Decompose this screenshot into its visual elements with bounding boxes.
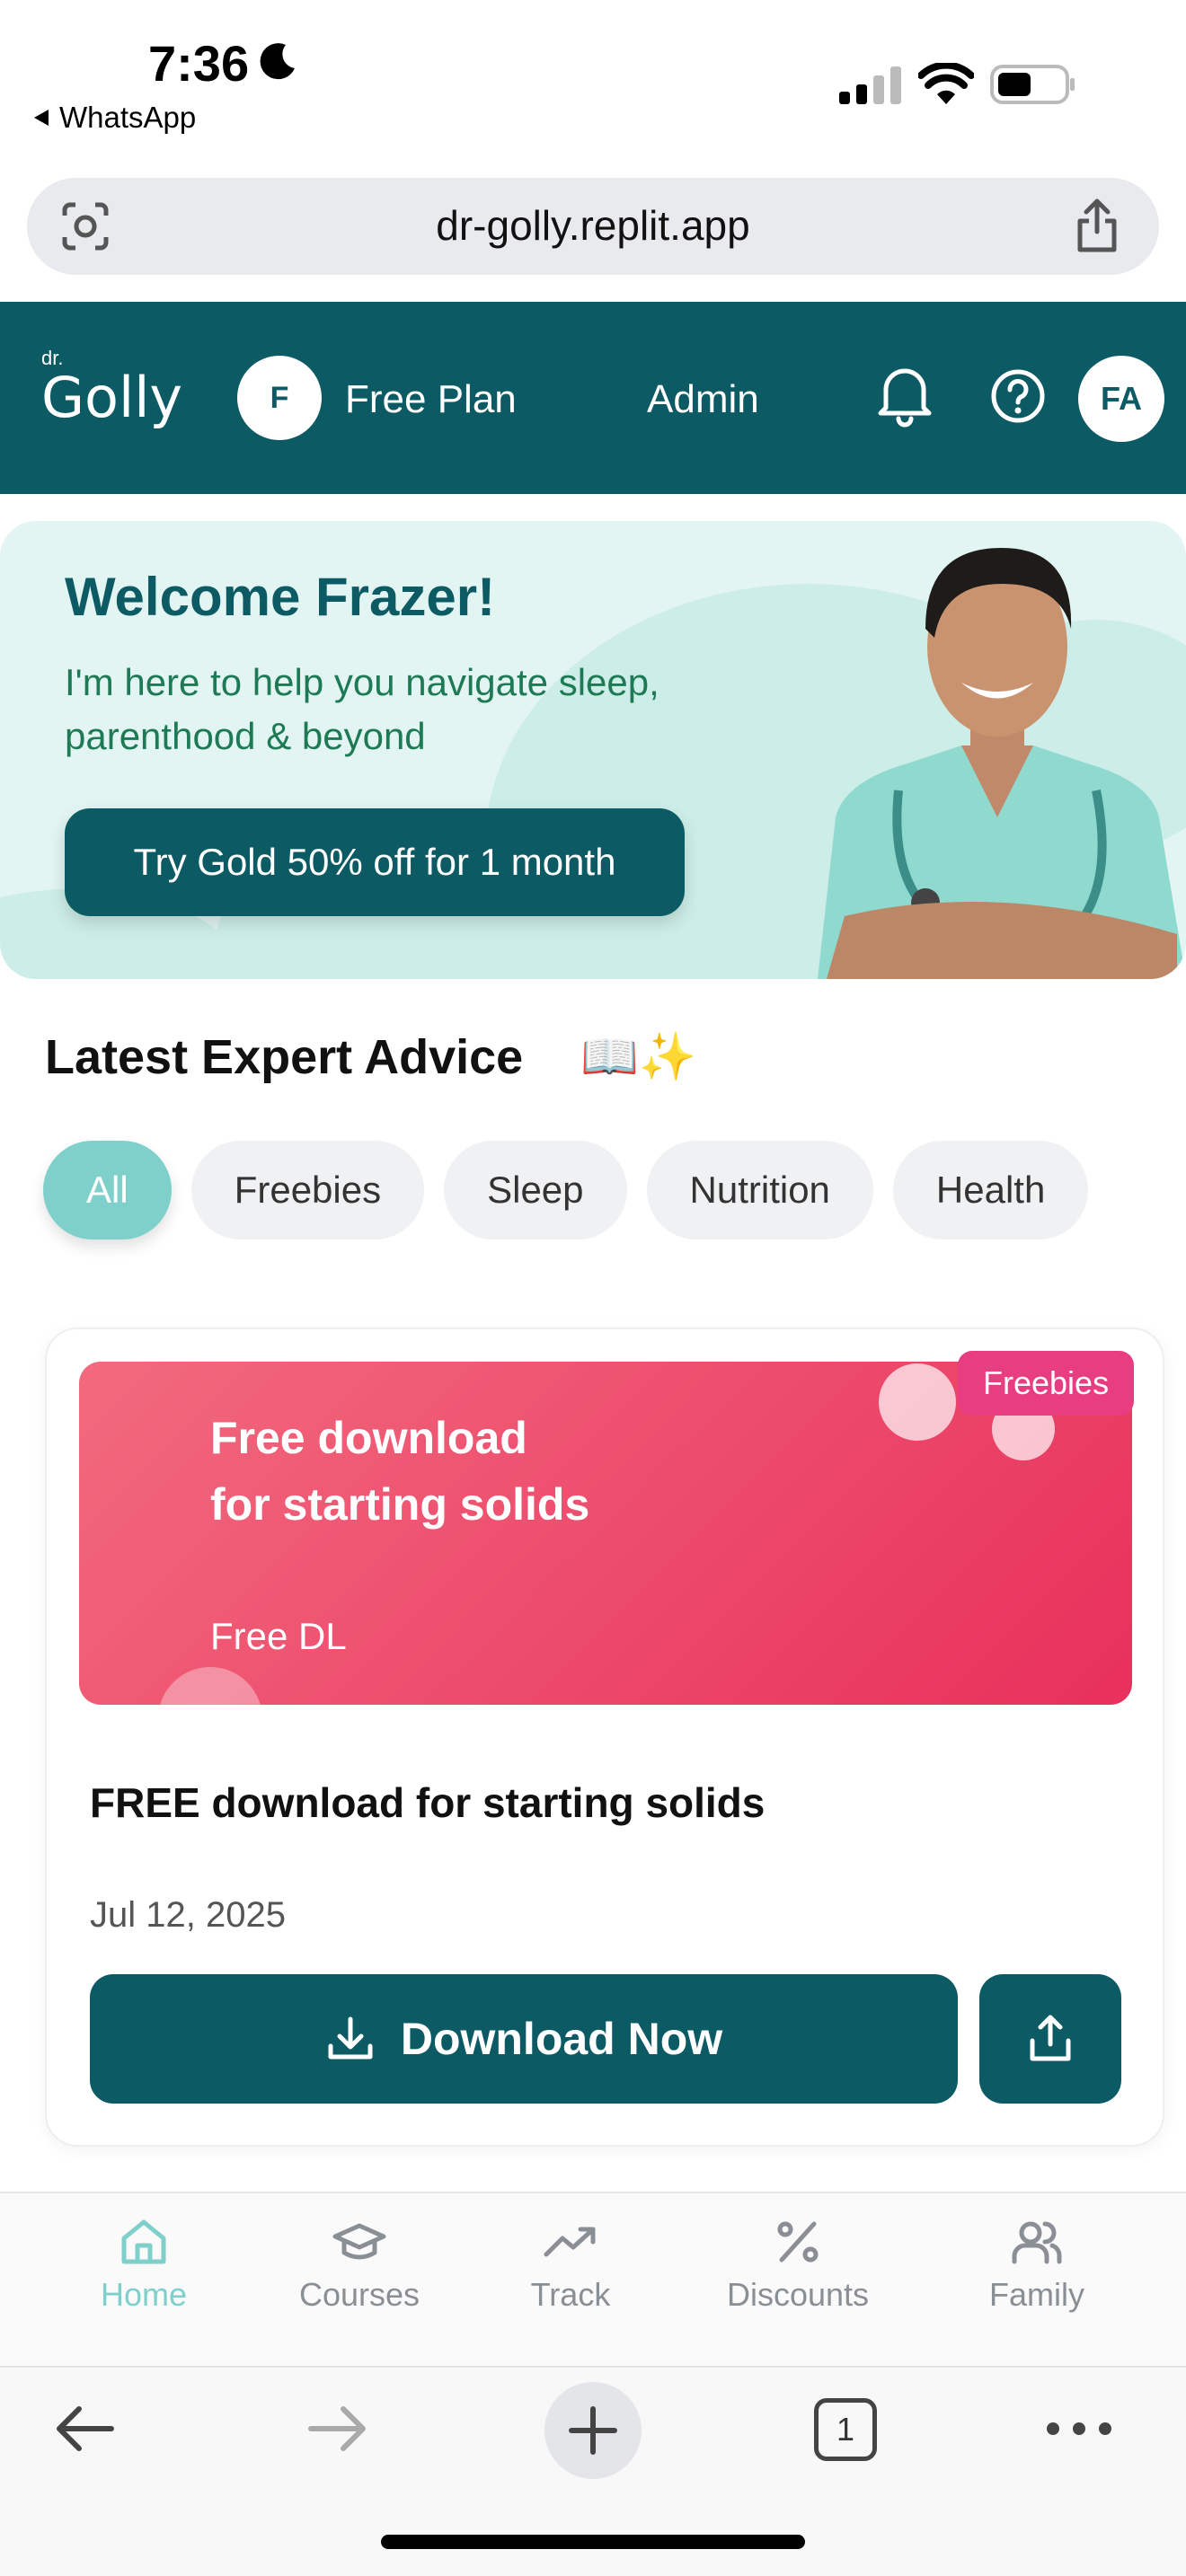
back-arrow-icon[interactable] [52, 2402, 117, 2456]
article-title[interactable]: FREE download for starting solids [90, 1778, 765, 1827]
more-options-icon[interactable] [1046, 2422, 1112, 2436]
nav-item-courses[interactable]: Courses [252, 2215, 467, 2314]
wifi-icon [918, 63, 974, 104]
nav-item-home[interactable]: Home [36, 2215, 252, 2314]
banner-subtitle: Free DL [210, 1615, 347, 1657]
tab-switcher-button[interactable]: 1 [814, 2398, 877, 2461]
decorative-circle [879, 1363, 956, 1441]
filter-chip-freebies[interactable]: Freebies [190, 1141, 425, 1239]
new-tab-button[interactable] [544, 2382, 642, 2479]
welcome-hero: Welcome Frazer! I'm here to help you nav… [0, 521, 1186, 979]
url-text[interactable]: dr-golly.replit.app [27, 201, 1159, 250]
download-icon [328, 2016, 373, 2060]
nav-item-track[interactable]: Track [463, 2215, 678, 2314]
app-header: dr. Golly F Free Plan Admin FA [0, 302, 1186, 494]
address-bar[interactable]: dr-golly.replit.app [27, 178, 1159, 275]
nav-label: Track [530, 2276, 611, 2313]
filter-chip-sleep[interactable]: Sleep [444, 1141, 627, 1239]
admin-link[interactable]: Admin [647, 377, 759, 422]
share-icon [1030, 2015, 1071, 2061]
status-bar: 7:36 WhatsApp [0, 0, 1186, 171]
decorative-circle [158, 1667, 262, 1705]
back-triangle-icon [34, 110, 49, 126]
logo-text: Golly [41, 365, 183, 430]
share-article-button[interactable] [979, 1974, 1121, 2104]
plan-avatar[interactable]: F [237, 356, 322, 440]
dr-golly-logo[interactable]: dr. Golly [41, 348, 182, 428]
battery-icon [990, 65, 1075, 104]
download-now-button[interactable]: Download Now [90, 1974, 958, 2104]
back-to-app-link[interactable]: WhatsApp [32, 101, 196, 135]
percent-icon [777, 2221, 819, 2263]
article-date: Jul 12, 2025 [90, 1895, 286, 1935]
welcome-title: Welcome Frazer! [65, 567, 496, 627]
category-tag: Freebies [958, 1351, 1135, 1416]
nav-label: Family [989, 2276, 1084, 2313]
doctor-photo [818, 548, 1186, 979]
filter-chip-all[interactable]: All [43, 1141, 172, 1239]
filter-chip-nutrition[interactable]: Nutrition [646, 1141, 873, 1239]
trending-up-icon [544, 2227, 596, 2257]
plus-icon [569, 2406, 617, 2455]
book-sparkles-icon: 📖✨ [580, 1031, 697, 1083]
share-icon[interactable] [1075, 198, 1120, 253]
nav-label: Home [100, 2276, 188, 2313]
users-icon [1012, 2221, 1062, 2264]
home-icon [121, 2219, 166, 2264]
help-icon[interactable] [988, 366, 1048, 426]
welcome-subtitle: I'm here to help you navigate sleep, par… [65, 661, 659, 757]
plan-label[interactable]: Free Plan [345, 377, 517, 422]
nav-item-family[interactable]: Family [929, 2215, 1145, 2314]
category-filter-bar: All Freebies Sleep Nutrition Health [43, 1141, 1089, 1239]
nav-label: Discounts [726, 2276, 870, 2313]
banner-title: Free download for starting solids [210, 1413, 590, 1530]
graduation-cap-icon [332, 2223, 386, 2260]
article-card[interactable]: Free download for starting solids Free D… [45, 1328, 1164, 2147]
try-gold-button[interactable]: Try Gold 50% off for 1 month [65, 808, 685, 916]
nav-label: Courses [298, 2276, 420, 2313]
nav-item-discounts[interactable]: Discounts [690, 2215, 906, 2314]
section-title: Latest Expert Advice [45, 1030, 524, 1084]
clock: 7:36 [148, 35, 250, 92]
bell-icon[interactable] [875, 361, 934, 428]
forward-arrow-icon[interactable] [305, 2402, 370, 2456]
download-label: Download Now [400, 2014, 723, 2064]
moon-icon [260, 43, 295, 80]
user-avatar[interactable]: FA [1078, 356, 1164, 442]
home-indicator[interactable] [381, 2535, 805, 2549]
back-app-label: WhatsApp [59, 101, 197, 134]
cellular-signal-icon [839, 66, 901, 104]
bottom-navigation: Home Courses Track Discounts Family [0, 2192, 1186, 2366]
filter-chip-health[interactable]: Health [892, 1141, 1089, 1239]
